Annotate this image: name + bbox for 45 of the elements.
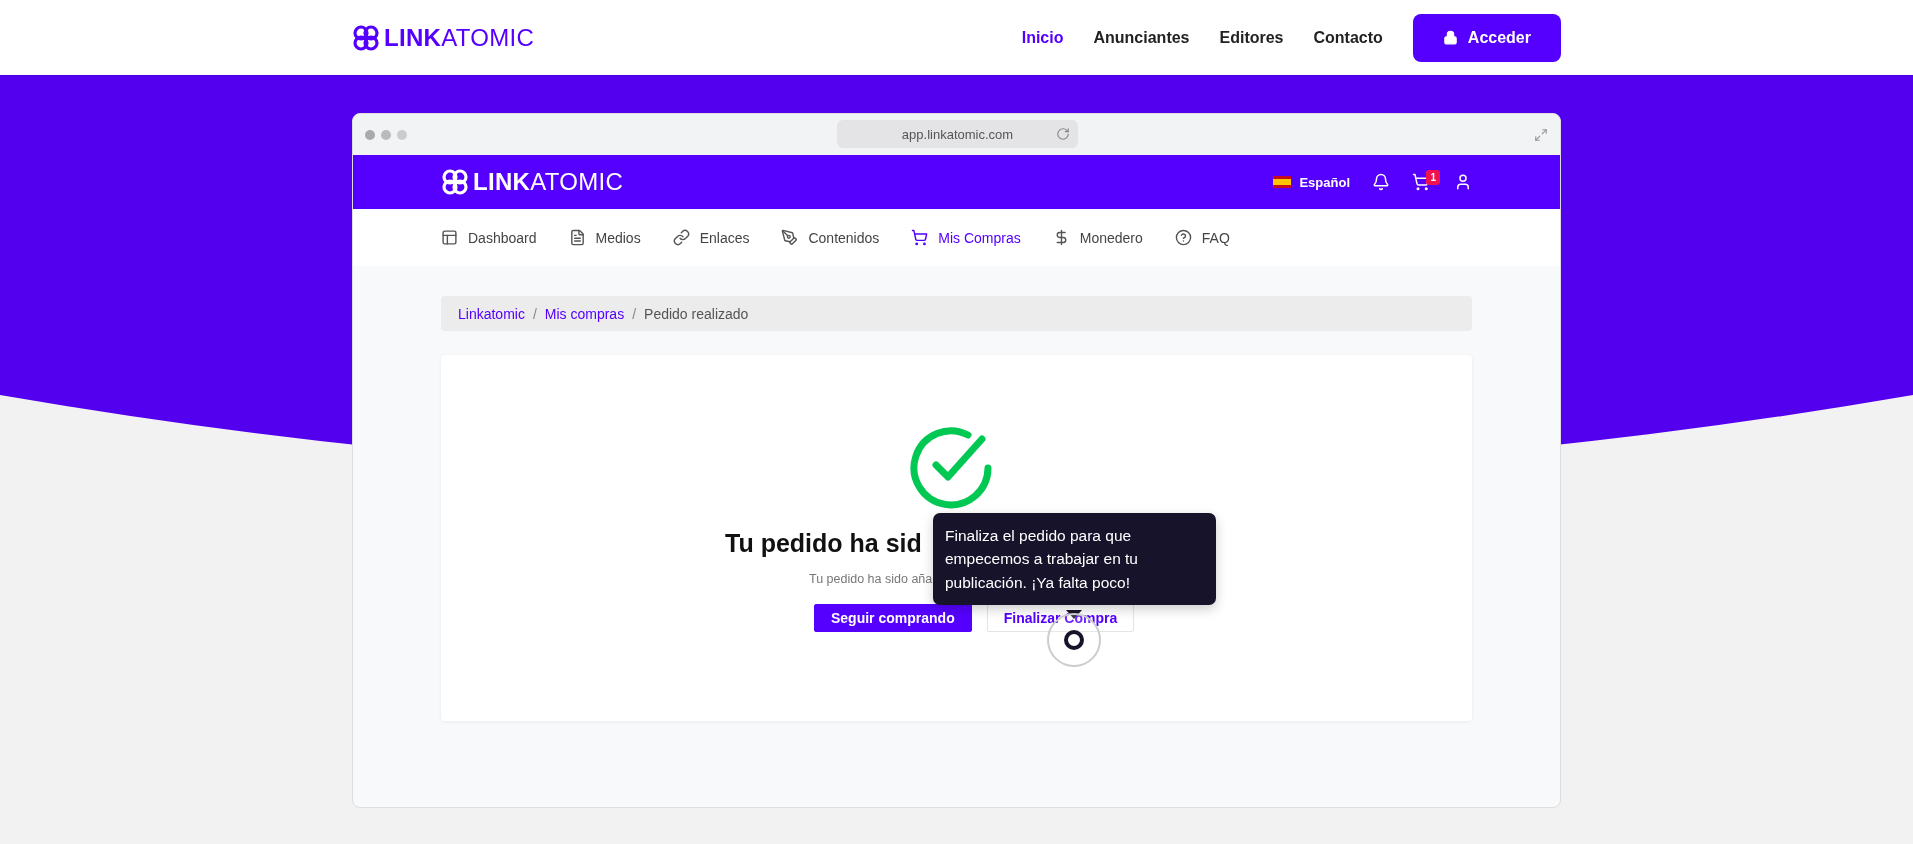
- tooltip: Finaliza el pedido para que empecemos a trabajar en tu publicación. ¡Ya falta poco!: [933, 513, 1216, 605]
- logo-text: LINKATOMIC: [384, 23, 535, 52]
- logo-icon: [441, 168, 469, 196]
- cart-count: 1: [1426, 170, 1440, 185]
- confirmation-subtitle: Tu pedido ha sido aña: [809, 572, 933, 586]
- nav-tab[interactable]: Enlaces: [672, 229, 750, 246]
- tab-icon: [781, 229, 799, 246]
- url-text: app.linkatomic.com: [901, 126, 1014, 142]
- expand-icon[interactable]: [1534, 127, 1548, 142]
- tab-icon: [441, 229, 458, 246]
- logo-icon: [352, 23, 380, 52]
- tab-icon: [568, 229, 586, 246]
- address-bar[interactable]: app.linkatomic.com: [837, 120, 1078, 148]
- tab-icon: [911, 229, 929, 246]
- logo-text: LINKATOMIC: [473, 168, 624, 196]
- nav-link[interactable]: Editores: [1219, 28, 1284, 47]
- window-dot[interactable]: [397, 129, 407, 140]
- login-button[interactable]: Acceder: [1412, 13, 1561, 62]
- continue-button[interactable]: Seguir comprando: [814, 604, 972, 632]
- tab-icon: [672, 229, 690, 246]
- nav-tab[interactable]: Contenidos: [781, 229, 880, 246]
- lock-icon: [1442, 30, 1458, 45]
- language-selector[interactable]: Español: [1299, 174, 1350, 190]
- nav-tab[interactable]: Monedero: [1052, 229, 1143, 246]
- nav-link[interactable]: Contacto: [1313, 28, 1383, 47]
- current-page-label: Pedido realizado: [644, 305, 749, 322]
- breadcrumb-separator: /: [632, 305, 637, 322]
- nav-tab[interactable]: Dashboard: [441, 229, 537, 246]
- breadcrumb-link[interactable]: Linkatomic: [458, 305, 525, 322]
- bell-icon[interactable]: [1372, 173, 1390, 191]
- breadcrumb-link[interactable]: Mis compras: [544, 305, 625, 322]
- reload-icon[interactable]: [1056, 127, 1070, 141]
- nav-tab[interactable]: Medios: [568, 229, 641, 246]
- nav-tab[interactable]: FAQ: [1174, 229, 1230, 246]
- confirmation-title: Tu pedido ha sid: [725, 529, 922, 558]
- user-icon[interactable]: [1454, 173, 1472, 191]
- window-dot[interactable]: [365, 129, 375, 140]
- tab-icon: [1174, 229, 1192, 246]
- nav-link[interactable]: Anunciantes: [1093, 28, 1190, 47]
- breadcrumb-separator: /: [532, 305, 537, 322]
- window-dot[interactable]: [381, 129, 391, 140]
- cart-icon[interactable]: [1412, 173, 1430, 191]
- nav-tab[interactable]: Mis Compras: [911, 229, 1021, 246]
- flag-icon: [1273, 176, 1292, 188]
- nav-link[interactable]: Inicio: [1021, 28, 1064, 47]
